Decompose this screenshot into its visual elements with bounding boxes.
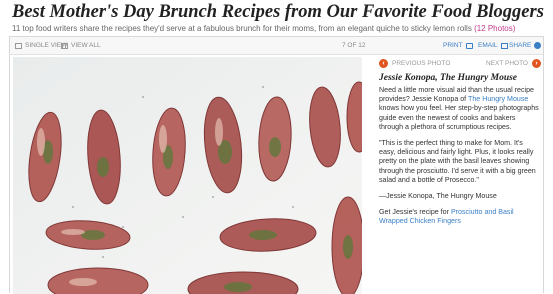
caption-panel: ‹ Previous Photo Next Photo › Jessie Kon… [379,57,541,227]
page-title: Best Mother's Day Brunch Recipes from Ou… [12,2,544,22]
share-button[interactable]: Share [509,42,542,49]
previous-photo-button[interactable]: ‹ Previous Photo [379,59,450,68]
caption-attribution: —Jessie Konopa, The Hungry Mouse [379,192,497,201]
gallery-toolbar: Single View View All 7 of 12 Print Email… [10,37,543,55]
printer-icon [465,42,473,49]
photos-count-link[interactable]: (12 Photos) [474,24,515,33]
grid-icon [61,42,68,49]
print-label: Print [443,42,463,49]
next-photo-label: Next Photo [485,60,528,67]
subtitle-text: 11 top food writers share the recipes th… [12,24,472,33]
gallery-photo[interactable] [13,57,362,294]
recipe-line: Get Jessie's recipe for Prosciutto and B… [379,208,541,226]
print-button[interactable]: Print [443,42,473,49]
share-icon [534,42,542,49]
blog-link[interactable]: The Hungry Mouse [468,95,528,103]
caption-intro: Need a little more visual aid than the u… [379,86,541,132]
share-label: Share [509,42,532,49]
chicken-fingers-photo [13,57,362,294]
recipe-text: Get Jessie's recipe for [379,208,451,217]
intro-text-end: knows how you feel. Her step-by-step pho… [379,104,539,131]
envelope-icon [500,42,508,49]
single-view-icon [15,42,22,49]
single-view-button[interactable]: Single View [15,42,67,49]
photo-counter: 7 of 12 [342,42,366,49]
page-subtitle: 11 top food writers share the recipes th… [12,24,515,33]
previous-photo-label: Previous Photo [392,60,451,67]
caption-title: Jessie Konopa, The Hungry Mouse [379,73,518,83]
next-photo-button[interactable]: Next Photo › [486,59,541,68]
caption-quote: "This is the perfect thing to make for M… [379,139,536,184]
photo-navigation: ‹ Previous Photo Next Photo › [379,57,541,71]
email-button[interactable]: Email [478,42,508,49]
view-all-button[interactable]: View All [61,42,101,49]
view-all-label: View All [71,42,101,49]
arrow-left-icon: ‹ [379,59,388,68]
arrow-right-icon: › [532,59,541,68]
email-label: Email [478,42,498,49]
photo-gallery: Single View View All 7 of 12 Print Email… [9,36,544,294]
